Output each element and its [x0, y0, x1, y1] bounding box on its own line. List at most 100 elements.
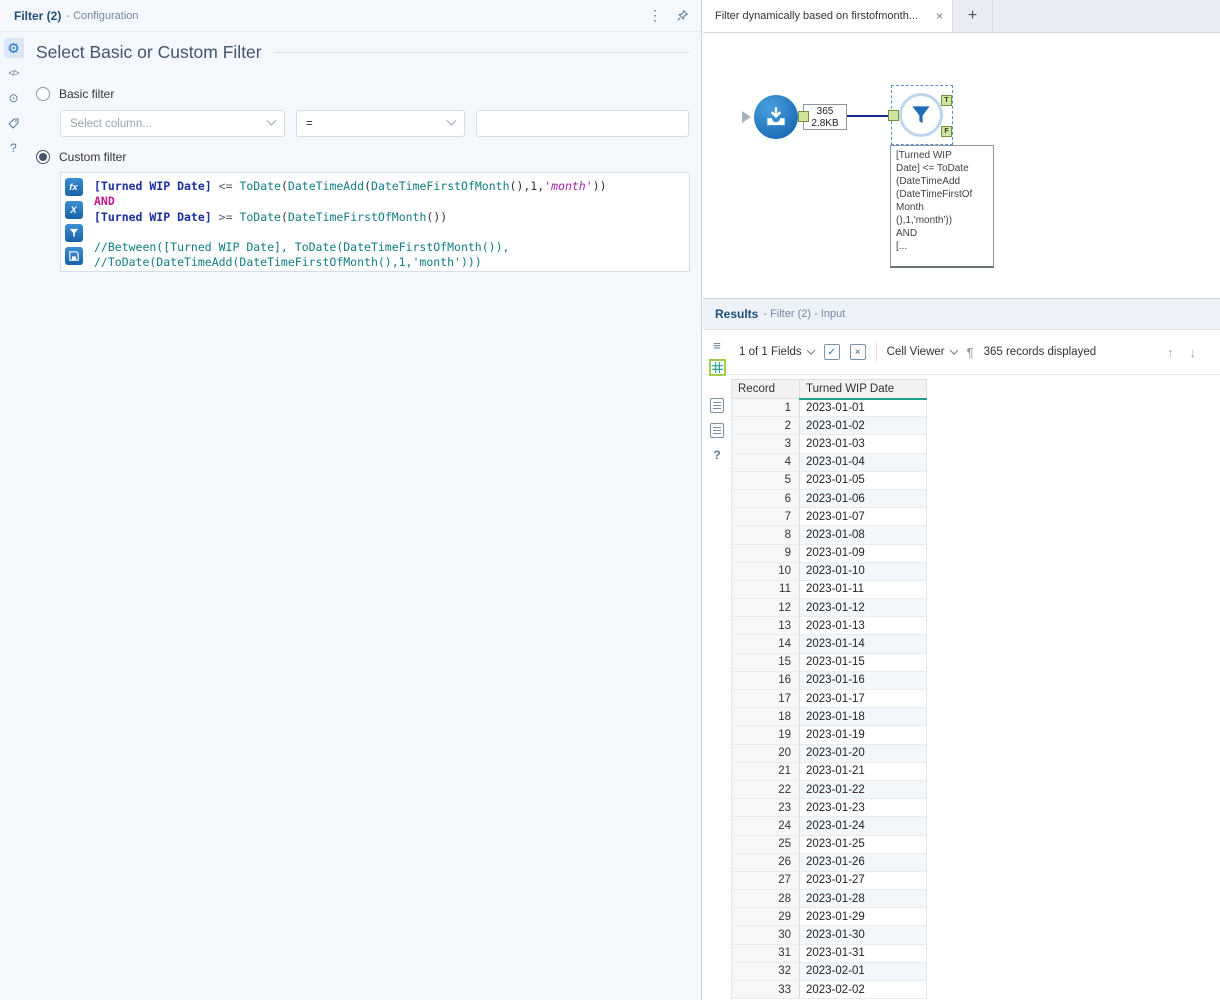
date-cell[interactable]: 2023-01-04	[800, 453, 927, 471]
date-cell[interactable]: 2023-01-03	[800, 435, 927, 453]
column-header-record[interactable]: Record	[732, 380, 800, 399]
date-cell[interactable]: 2023-01-15	[800, 653, 927, 671]
table-row[interactable]: 232023-01-23	[732, 799, 927, 817]
filter-true-anchor[interactable]: T	[941, 95, 952, 106]
table-row[interactable]: 262023-01-26	[732, 853, 927, 871]
record-cell[interactable]: 33	[732, 981, 800, 999]
kebab-menu-icon[interactable]: ⋮	[648, 7, 662, 24]
record-cell[interactable]: 17	[732, 690, 800, 708]
gear-icon[interactable]: ⚙	[4, 38, 24, 58]
help-icon[interactable]: ?	[4, 138, 24, 158]
table-row[interactable]: 152023-01-15	[732, 653, 927, 671]
code-icon[interactable]: </>	[4, 63, 24, 83]
record-cell[interactable]: 30	[732, 926, 800, 944]
record-cell[interactable]: 28	[732, 890, 800, 908]
functions-icon[interactable]: fx	[65, 178, 83, 196]
record-cell[interactable]: 22	[732, 780, 800, 798]
date-cell[interactable]: 2023-01-01	[800, 399, 927, 417]
whitespace-toggle-icon[interactable]: ¶	[967, 345, 974, 360]
close-icon[interactable]: ×	[936, 9, 943, 23]
date-cell[interactable]: 2023-01-14	[800, 635, 927, 653]
constants-icon[interactable]	[65, 224, 83, 242]
new-workflow-tab-button[interactable]: +	[953, 0, 993, 32]
record-cell[interactable]: 15	[732, 653, 800, 671]
scroll-up-icon[interactable]: ↑	[1167, 345, 1174, 360]
table-row[interactable]: 272023-01-27	[732, 871, 927, 889]
table-row[interactable]: 82023-01-08	[732, 526, 927, 544]
record-cell[interactable]: 16	[732, 671, 800, 689]
table-row[interactable]: 322023-02-01	[732, 962, 927, 980]
table-row[interactable]: 252023-01-25	[732, 835, 927, 853]
custom-filter-option[interactable]: Custom filter	[36, 150, 689, 164]
record-cell[interactable]: 23	[732, 799, 800, 817]
record-cell[interactable]: 24	[732, 817, 800, 835]
input-data-tool[interactable]	[754, 95, 798, 139]
table-row[interactable]: 192023-01-19	[732, 726, 927, 744]
code-line[interactable]: [Turned WIP Date] <= ToDate(DateTimeAdd(…	[94, 179, 681, 194]
filter-value-input[interactable]	[476, 110, 689, 137]
cell-viewer-dropdown[interactable]: Cell Viewer	[887, 346, 957, 358]
basic-filter-option[interactable]: Basic filter	[36, 87, 689, 101]
record-cell[interactable]: 14	[732, 635, 800, 653]
record-cell[interactable]: 6	[732, 489, 800, 507]
date-cell[interactable]: 2023-01-07	[800, 508, 927, 526]
deselect-all-icon[interactable]: ×	[850, 344, 866, 360]
table-row[interactable]: 302023-01-30	[732, 926, 927, 944]
table-row[interactable]: 22023-01-02	[732, 417, 927, 435]
date-cell[interactable]: 2023-01-02	[800, 417, 927, 435]
table-row[interactable]: 282023-01-28	[732, 890, 927, 908]
date-cell[interactable]: 2023-01-21	[800, 762, 927, 780]
date-cell[interactable]: 2023-01-22	[800, 780, 927, 798]
column-header-turned-wip-date[interactable]: Turned WIP Date	[800, 380, 927, 399]
date-cell[interactable]: 2023-01-23	[800, 799, 927, 817]
record-cell[interactable]: 18	[732, 708, 800, 726]
table-row[interactable]: 202023-01-20	[732, 744, 927, 762]
record-cell[interactable]: 21	[732, 762, 800, 780]
code-line[interactable]	[94, 225, 681, 240]
select-all-icon[interactable]: ✓	[824, 344, 840, 360]
date-cell[interactable]: 2023-02-01	[800, 962, 927, 980]
date-cell[interactable]: 2023-01-12	[800, 599, 927, 617]
date-cell[interactable]: 2023-01-25	[800, 835, 927, 853]
date-cell[interactable]: 2023-01-18	[800, 708, 927, 726]
date-cell[interactable]: 2023-01-08	[800, 526, 927, 544]
select-column-dropdown[interactable]: Select column...	[60, 110, 285, 137]
date-cell[interactable]: 2023-01-05	[800, 471, 927, 489]
record-cell[interactable]: 9	[732, 544, 800, 562]
table-row[interactable]: 162023-01-16	[732, 671, 927, 689]
record-cell[interactable]: 31	[732, 944, 800, 962]
record-cell[interactable]: 4	[732, 453, 800, 471]
table-row[interactable]: 292023-01-29	[732, 908, 927, 926]
date-cell[interactable]: 2023-01-20	[800, 744, 927, 762]
record-cell[interactable]: 8	[732, 526, 800, 544]
table-row[interactable]: 72023-01-07	[732, 508, 927, 526]
date-cell[interactable]: 2023-01-24	[800, 817, 927, 835]
record-cell[interactable]: 1	[732, 399, 800, 417]
data-view-icon[interactable]	[709, 359, 726, 376]
record-cell[interactable]: 29	[732, 908, 800, 926]
code-line[interactable]: [Turned WIP Date] >= ToDate(DateTimeFirs…	[94, 210, 681, 225]
table-row[interactable]: 222023-01-22	[732, 780, 927, 798]
record-cell[interactable]: 3	[732, 435, 800, 453]
record-cell[interactable]: 10	[732, 562, 800, 580]
fields-dropdown[interactable]: 1 of 1 Fields	[739, 346, 814, 358]
workflow-tab[interactable]: Filter dynamically based on firstofmonth…	[703, 0, 953, 32]
date-cell[interactable]: 2023-01-11	[800, 580, 927, 598]
operator-dropdown[interactable]: =	[296, 110, 465, 137]
table-row[interactable]: 12023-01-01	[732, 399, 927, 417]
record-cell[interactable]: 13	[732, 617, 800, 635]
table-row[interactable]: 182023-01-18	[732, 708, 927, 726]
date-cell[interactable]: 2023-01-26	[800, 853, 927, 871]
record-cell[interactable]: 7	[732, 508, 800, 526]
date-cell[interactable]: 2023-01-19	[800, 726, 927, 744]
target-icon[interactable]: ⊙	[4, 88, 24, 108]
table-row[interactable]: 52023-01-05	[732, 471, 927, 489]
code-line[interactable]: //Between([Turned WIP Date], ToDate(Date…	[94, 240, 681, 255]
record-cell[interactable]: 11	[732, 580, 800, 598]
pin-icon[interactable]	[676, 9, 689, 22]
record-cell[interactable]: 5	[732, 471, 800, 489]
table-row[interactable]: 102023-01-10	[732, 562, 927, 580]
table-row[interactable]: 332023-02-02	[732, 981, 927, 999]
table-row[interactable]: 212023-01-21	[732, 762, 927, 780]
custom-filter-radio[interactable]	[36, 150, 50, 164]
